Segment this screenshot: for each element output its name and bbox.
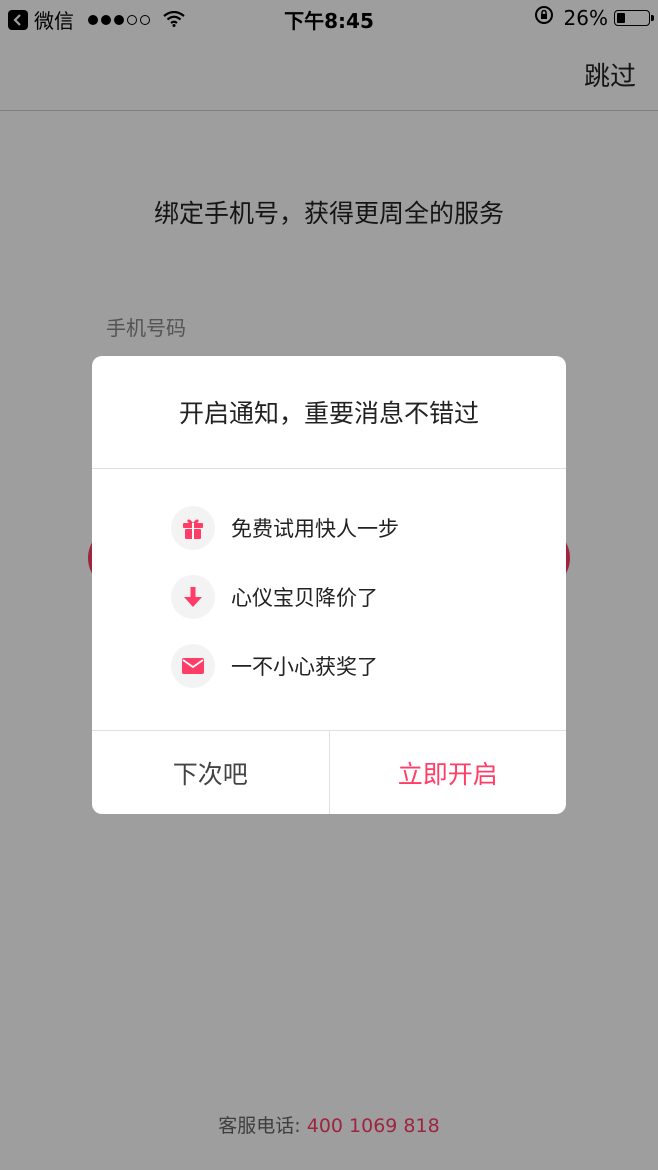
feature-label: 一不小心获奖了 [231,655,378,679]
feature-item: 免费试用快人一步 [171,506,399,550]
gift-icon [171,506,215,550]
feature-item: 心仪宝贝降价了 [171,575,399,619]
enable-notifications-button[interactable]: 立即开启 [330,731,567,814]
feature-label: 心仪宝贝降价了 [231,586,378,610]
dialog-buttons: 下次吧 立即开启 [92,730,566,814]
later-button[interactable]: 下次吧 [92,731,330,814]
feature-label: 免费试用快人一步 [231,517,399,541]
notification-dialog: 开启通知，重要消息不错过 免费试用快人一步 心仪宝贝降价了 一不小心获奖了 下次… [92,356,566,814]
feature-item: 一不小心获奖了 [171,644,399,688]
envelope-icon [171,644,215,688]
arrow-down-icon [171,575,215,619]
feature-list: 免费试用快人一步 心仪宝贝降价了 一不小心获奖了 [171,506,399,713]
dialog-title: 开启通知，重要消息不错过 [92,356,566,469]
